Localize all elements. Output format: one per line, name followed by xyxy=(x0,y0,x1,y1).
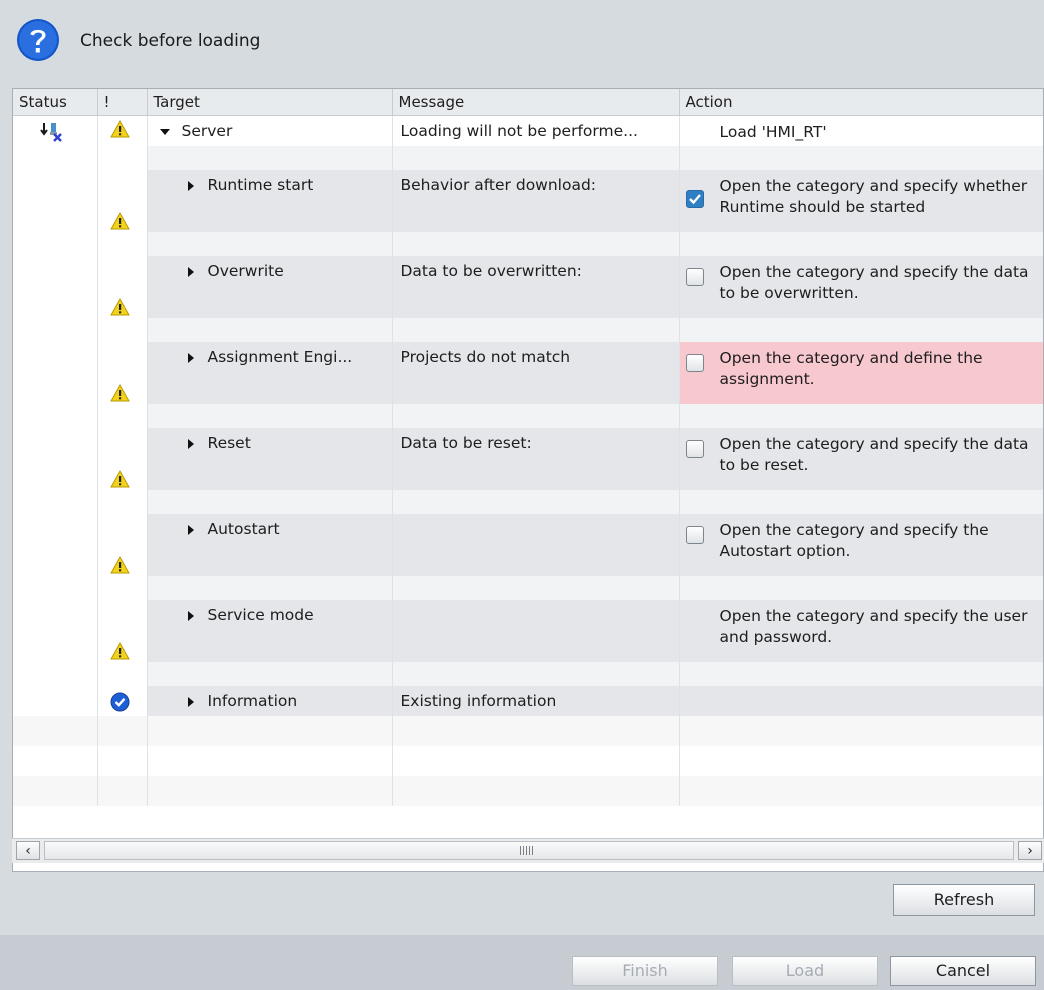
message-label xyxy=(393,600,679,606)
ok-check-icon xyxy=(110,692,129,712)
target-label: Runtime start xyxy=(207,176,314,194)
action-label: Open the category and define the assignm… xyxy=(719,349,983,388)
collapse-arrow-icon[interactable] xyxy=(159,128,170,135)
message-server: Loading will not be performe... xyxy=(400,122,638,140)
action-label: Open the category and specify whether Ru… xyxy=(719,177,1028,216)
refresh-button[interactable]: Refresh xyxy=(893,884,1035,916)
dialog-header: Check before loading xyxy=(0,0,1044,88)
action-label: Open the category and specify the Autost… xyxy=(719,521,989,560)
warning-icon xyxy=(109,298,130,316)
cancel-button[interactable]: Cancel xyxy=(890,956,1036,986)
assignment-checkbox[interactable] xyxy=(685,354,704,372)
grip-icon xyxy=(520,846,534,855)
expand-arrow-icon[interactable] xyxy=(187,610,194,621)
message-label xyxy=(393,514,679,520)
warning-icon xyxy=(109,556,130,574)
table-row[interactable]: Runtime start Behavior after download: O… xyxy=(13,170,1043,232)
reset-checkbox[interactable] xyxy=(685,440,704,458)
target-label: Overwrite xyxy=(207,262,284,280)
expand-arrow-icon[interactable] xyxy=(187,266,194,277)
load-button[interactable]: Load xyxy=(732,956,878,986)
target-label: Assignment Engi... xyxy=(207,348,353,366)
warning-icon xyxy=(109,212,130,230)
table-row[interactable]: Overwrite Data to be overwritten: Open t… xyxy=(13,256,1043,318)
download-error-icon xyxy=(40,123,62,142)
column-header-action[interactable]: Action xyxy=(679,89,1043,116)
action-label: Open the category and specify the data t… xyxy=(719,263,1029,302)
message-label: Existing information xyxy=(400,692,557,710)
dialog-title: Check before loading xyxy=(80,31,261,51)
table-row-server[interactable]: Server Loading will not be performe... L… xyxy=(13,115,1043,146)
expand-arrow-icon[interactable] xyxy=(187,696,194,707)
target-server: Server xyxy=(181,122,233,140)
warning-icon xyxy=(109,642,130,660)
target-label: Autostart xyxy=(207,520,280,538)
action-server: Load 'HMI_RT' xyxy=(719,123,827,141)
autostart-checkbox[interactable] xyxy=(685,526,704,544)
column-header-message[interactable]: Message xyxy=(392,89,680,116)
dialog-footer xyxy=(0,935,1044,990)
action-label xyxy=(680,686,1043,692)
action-label: Open the category and specify the data t… xyxy=(719,435,1029,474)
action-label: Open the category and specify the user a… xyxy=(719,607,1028,646)
table-row[interactable]: Assignment Engi... Projects do not match… xyxy=(13,342,1043,404)
check-grid: Status ! Target Message Action Server Lo… xyxy=(12,88,1044,872)
scroll-thumb[interactable] xyxy=(44,841,1014,860)
table-row[interactable]: Autostart Open the category and specify … xyxy=(13,514,1043,576)
expand-arrow-icon[interactable] xyxy=(187,524,194,535)
overwrite-checkbox[interactable] xyxy=(685,268,704,286)
scroll-left-button[interactable]: ‹ xyxy=(16,841,40,860)
message-label: Projects do not match xyxy=(400,348,571,366)
table-row[interactable]: Reset Data to be reset: Open the categor… xyxy=(13,428,1043,490)
column-header-target[interactable]: Target xyxy=(147,89,393,116)
warning-icon xyxy=(109,470,130,488)
target-label: Reset xyxy=(207,434,251,452)
message-label: Data to be overwritten: xyxy=(400,262,582,280)
message-label: Data to be reset: xyxy=(400,434,532,452)
message-label: Behavior after download: xyxy=(400,176,597,194)
runtime-start-checkbox[interactable] xyxy=(685,190,704,208)
finish-button[interactable]: Finish xyxy=(572,956,718,986)
expand-arrow-icon[interactable] xyxy=(187,438,194,449)
column-header-status[interactable]: Status xyxy=(13,89,98,116)
warning-icon xyxy=(109,120,130,138)
expand-arrow-icon[interactable] xyxy=(187,352,194,363)
target-label: Information xyxy=(207,692,298,710)
column-header-bang[interactable]: ! xyxy=(97,89,148,116)
scroll-right-button[interactable]: › xyxy=(1018,841,1042,860)
warning-icon xyxy=(109,384,130,402)
table-row[interactable]: Information Existing information xyxy=(13,686,1043,716)
horizontal-scrollbar[interactable]: ‹ › xyxy=(12,838,1044,863)
expand-arrow-icon[interactable] xyxy=(187,180,194,191)
table-row[interactable]: Service mode Open the category and speci… xyxy=(13,600,1043,662)
target-label: Service mode xyxy=(207,606,314,624)
question-icon xyxy=(17,19,59,61)
